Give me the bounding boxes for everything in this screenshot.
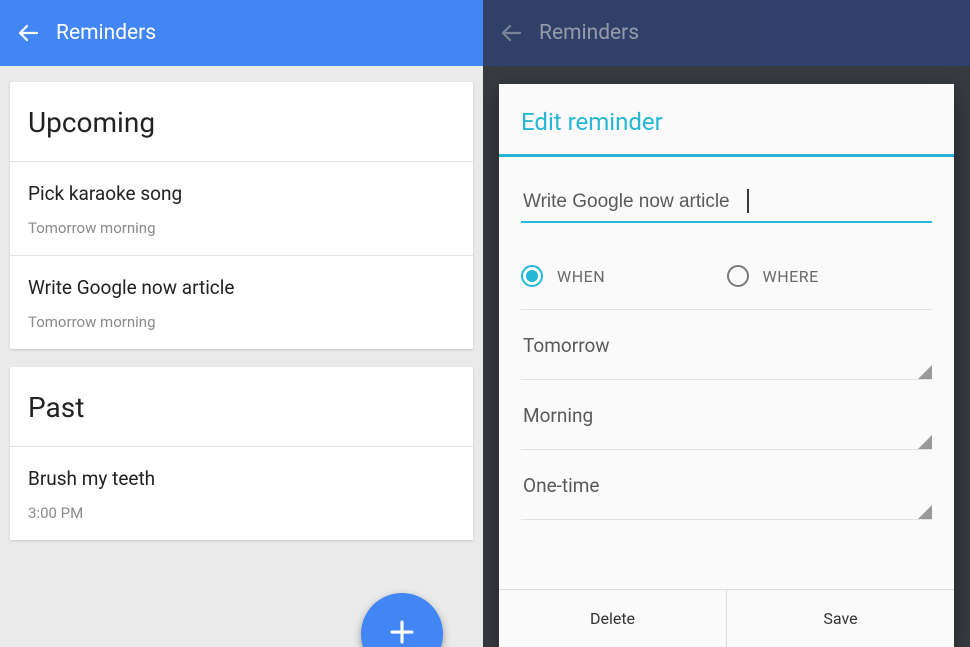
edit-reminder-dialog: Edit reminder WHEN WHERE — [499, 84, 954, 647]
save-button[interactable]: Save — [727, 590, 954, 647]
reminder-subtext: 3:00 PM — [28, 504, 455, 522]
section-title-upcoming: Upcoming — [10, 82, 473, 161]
delete-button[interactable]: Delete — [499, 590, 726, 647]
reminder-title: Write Google now article — [28, 276, 455, 299]
reminder-text-input[interactable] — [521, 185, 932, 223]
date-spinner[interactable]: Tomorrow — [521, 310, 932, 380]
text-cursor — [747, 189, 749, 213]
reminder-text-field-wrapper — [521, 185, 932, 223]
dialog-action-bar: Delete Save — [499, 589, 954, 647]
edit-reminder-screen: Reminders Edit reminder WHEN — [483, 0, 970, 647]
back-arrow-icon — [497, 19, 525, 47]
header-title: Reminders — [539, 21, 639, 45]
section-title-past: Past — [10, 367, 473, 446]
radio-label: WHERE — [763, 267, 819, 286]
radio-option-when[interactable]: WHEN — [521, 265, 727, 287]
repeat-spinner[interactable]: One-time — [521, 450, 932, 520]
dialog-title: Edit reminder — [499, 84, 954, 154]
reminder-item[interactable]: Brush my teeth 3:00 PM — [10, 447, 473, 540]
radio-option-where[interactable]: WHERE — [727, 265, 933, 287]
reminder-subtext: Tomorrow morning — [28, 219, 455, 237]
reminder-title: Pick karaoke song — [28, 182, 455, 205]
radio-label: WHEN — [557, 267, 605, 286]
button-label: Delete — [590, 609, 635, 628]
spinner-value: Tomorrow — [523, 334, 610, 357]
spinner-value: Morning — [523, 404, 593, 427]
header-title: Reminders — [56, 21, 156, 45]
reminder-subtext: Tomorrow morning — [28, 313, 455, 331]
time-spinner[interactable]: Morning — [521, 380, 932, 450]
reminder-item[interactable]: Pick karaoke song Tomorrow morning — [10, 162, 473, 255]
upcoming-section-card: Upcoming Pick karaoke song Tomorrow morn… — [10, 82, 473, 349]
plus-icon — [387, 617, 417, 647]
reminders-scroll-area[interactable]: Upcoming Pick karaoke song Tomorrow morn… — [0, 66, 483, 540]
back-arrow-icon[interactable] — [14, 19, 42, 47]
reminder-title: Brush my teeth — [28, 467, 455, 490]
reminders-list-screen: Reminders Upcoming Pick karaoke song Tom… — [0, 0, 483, 647]
button-label: Save — [823, 609, 857, 628]
app-header-dimmed: Reminders — [483, 0, 970, 66]
app-header: Reminders — [0, 0, 483, 66]
spinner-value: One-time — [523, 474, 599, 497]
past-section-card: Past Brush my teeth 3:00 PM — [10, 367, 473, 540]
radio-icon — [521, 265, 543, 287]
add-reminder-fab[interactable] — [361, 593, 443, 647]
reminder-item[interactable]: Write Google now article Tomorrow mornin… — [10, 256, 473, 349]
trigger-type-radio-group: WHEN WHERE — [521, 265, 932, 310]
radio-icon — [727, 265, 749, 287]
